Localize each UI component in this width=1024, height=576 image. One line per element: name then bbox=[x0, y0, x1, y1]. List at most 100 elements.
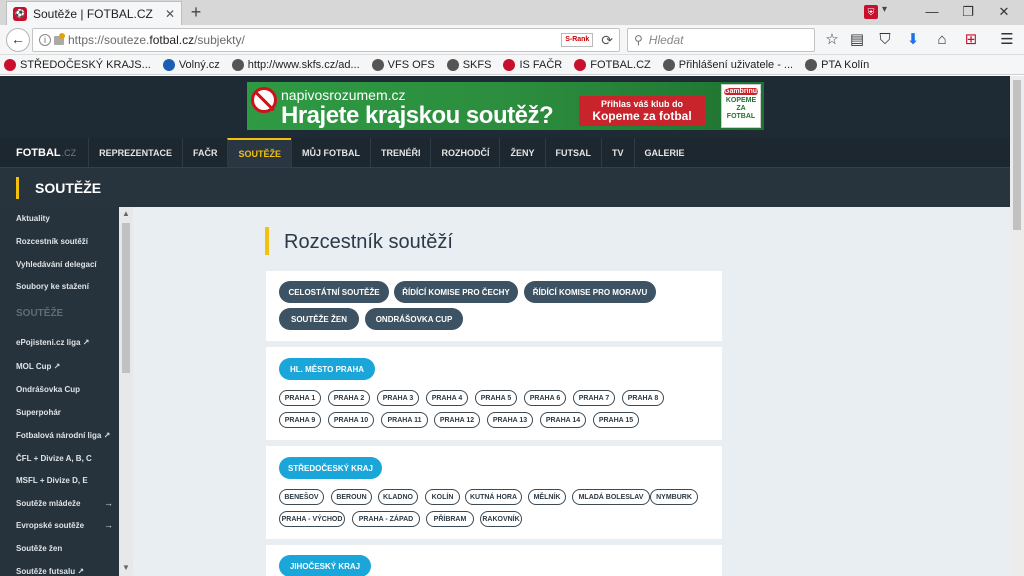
district-button[interactable]: PRAHA 5 bbox=[475, 390, 517, 406]
new-tab-button[interactable]: + bbox=[186, 3, 206, 23]
nav-item[interactable]: FAČR bbox=[181, 138, 228, 167]
back-button[interactable]: ← bbox=[6, 28, 30, 52]
nav-item[interactable]: GALERIE bbox=[633, 138, 695, 167]
arrow-right-icon[interactable]: → bbox=[104, 498, 113, 508]
bookmark-item[interactable]: STŘEDOČESKÝ KRAJS... bbox=[4, 58, 151, 71]
district-button[interactable]: NYMBURK bbox=[650, 489, 698, 505]
competition-type-button[interactable]: ŘÍDÍCÍ KOMISE PRO MORAVU bbox=[524, 281, 656, 303]
page-scrollbar[interactable] bbox=[1010, 76, 1024, 576]
district-button[interactable]: PRAHA 9 bbox=[279, 412, 321, 428]
sidebar-scrollbar[interactable]: ▲ ▼ bbox=[119, 207, 133, 576]
menu-icon[interactable]: ☰ bbox=[997, 30, 1017, 50]
district-button[interactable]: PRAHA 1 bbox=[279, 390, 321, 406]
scroll-down-icon[interactable]: ▼ bbox=[119, 563, 133, 572]
bookmark-item[interactable]: Přihlášení uživatele - ... bbox=[662, 58, 793, 71]
maximize-button[interactable]: ❐ bbox=[954, 2, 982, 22]
district-button[interactable]: MĚLNÍK bbox=[528, 489, 566, 505]
sidebar-link[interactable]: Soubory ke stažení bbox=[16, 282, 89, 291]
reading-list-icon[interactable]: ▤ bbox=[847, 30, 867, 50]
nav-item[interactable]: ROZHODČÍ bbox=[430, 138, 499, 167]
search-input[interactable]: ⚲ Hledat bbox=[627, 28, 815, 52]
extension-icon[interactable]: ⛨ bbox=[864, 5, 878, 19]
district-button[interactable]: KLADNO bbox=[378, 489, 418, 505]
close-window-button[interactable]: ✕ bbox=[990, 2, 1018, 22]
tab-close-icon[interactable]: ✕ bbox=[165, 7, 175, 21]
competition-type-button[interactable]: ŘÍDÍCÍ KOMISE PRO ČECHY bbox=[394, 281, 518, 303]
bookmark-item[interactable]: PTA Kolín bbox=[805, 58, 869, 71]
district-button[interactable]: PRAHA 8 bbox=[622, 390, 664, 406]
bookmark-item[interactable]: http://www.skfs.cz/ad... bbox=[231, 58, 360, 71]
arrow-right-icon[interactable]: → bbox=[104, 520, 113, 530]
competition-type-button[interactable]: ONDRÁŠOVKA CUP bbox=[365, 308, 463, 330]
district-button[interactable]: PRAHA 14 bbox=[540, 412, 586, 428]
nav-item[interactable]: MŮJ FOTBAL bbox=[290, 138, 370, 167]
bookmark-item[interactable]: SKFS bbox=[446, 58, 491, 71]
district-button[interactable]: BENEŠOV bbox=[279, 489, 324, 505]
lock-warning-icon[interactable] bbox=[54, 32, 65, 45]
district-button[interactable]: KUTNÁ HORA bbox=[465, 489, 522, 505]
sidebar-link[interactable]: Rozcestník soutěží bbox=[16, 237, 88, 246]
district-button[interactable]: PRAHA 6 bbox=[524, 390, 566, 406]
district-button[interactable]: PRAHA 11 bbox=[381, 412, 428, 428]
district-button[interactable]: MLADÁ BOLESLAV bbox=[572, 489, 650, 505]
uk-flag-icon[interactable]: ⊞ bbox=[961, 30, 981, 50]
nav-item[interactable]: SOUTĚŽE bbox=[227, 138, 291, 167]
home-icon[interactable]: ⌂ bbox=[932, 30, 952, 50]
region-button[interactable]: HL. MĚSTO PRAHA bbox=[279, 358, 375, 380]
district-button[interactable]: PRAHA 15 bbox=[593, 412, 639, 428]
sidebar-competition-link[interactable]: ePojisteni.cz liga ↗ bbox=[16, 338, 89, 347]
sidebar-link[interactable]: Aktuality bbox=[16, 214, 50, 223]
sidebar-competition-link[interactable]: MSFL + Divize D, E bbox=[16, 476, 88, 485]
nav-item[interactable]: ŽENY bbox=[499, 138, 544, 167]
district-button[interactable]: BEROUN bbox=[331, 489, 372, 505]
bookmark-item[interactable]: VFS OFS bbox=[371, 58, 435, 71]
sidebar-competition-link[interactable]: Fotbalová národní liga ↗ bbox=[16, 431, 110, 440]
scroll-up-icon[interactable]: ▲ bbox=[119, 209, 133, 218]
region-button[interactable]: STŘEDOČESKÝ KRAJ bbox=[279, 457, 382, 479]
sidebar-competition-link[interactable]: Superpohár bbox=[16, 408, 61, 417]
page-scroll-thumb[interactable] bbox=[1013, 80, 1021, 230]
competition-type-button[interactable]: SOUTĚŽE ŽEN bbox=[279, 308, 359, 330]
sidebar-competition-link[interactable]: Evropské soutěže bbox=[16, 521, 84, 530]
nav-item[interactable]: TRENÉŘI bbox=[369, 138, 431, 167]
bookmark-star-icon[interactable]: ☆ bbox=[822, 30, 842, 50]
sidebar-competition-link[interactable]: Soutěže žen bbox=[16, 544, 62, 553]
info-icon[interactable]: i bbox=[39, 34, 51, 46]
district-button[interactable]: PRAHA - ZÁPAD bbox=[352, 511, 420, 527]
url-bar[interactable]: i https://souteze.fotbal.cz/subjekty/ S-… bbox=[32, 28, 620, 52]
district-button[interactable]: PRAHA 4 bbox=[426, 390, 468, 406]
district-button[interactable]: PŘÍBRAM bbox=[426, 511, 474, 527]
district-button[interactable]: PRAHA 12 bbox=[434, 412, 480, 428]
nav-item[interactable]: FUTSAL bbox=[544, 138, 602, 167]
download-icon[interactable]: ⬇ bbox=[903, 30, 923, 50]
district-button[interactable]: PRAHA 13 bbox=[487, 412, 533, 428]
nav-item[interactable]: REPREZENTACE bbox=[88, 138, 182, 167]
url-text[interactable]: https://souteze.fotbal.cz/subjekty/ bbox=[68, 33, 561, 47]
sidebar-competition-link[interactable]: ČFL + Divize A, B, C bbox=[16, 454, 92, 463]
srank-badge[interactable]: S-Rank bbox=[561, 33, 594, 47]
tabs-dropdown-icon[interactable]: ▾ bbox=[882, 4, 887, 15]
district-button[interactable]: PRAHA 10 bbox=[328, 412, 374, 428]
district-button[interactable]: PRAHA 2 bbox=[328, 390, 370, 406]
sidebar-competition-link[interactable]: MOL Cup ↗ bbox=[16, 362, 60, 371]
bookmark-item[interactable]: Volný.cz bbox=[162, 58, 220, 71]
competition-type-button[interactable]: CELOSTÁTNÍ SOUTĚŽE bbox=[279, 281, 389, 303]
district-button[interactable]: RAKOVNÍK bbox=[480, 511, 522, 527]
minimize-button[interactable]: — bbox=[918, 2, 946, 22]
bookmark-item[interactable]: FOTBAL.CZ bbox=[574, 58, 651, 71]
sidebar-competition-link[interactable]: Soutěže mládeže bbox=[16, 499, 80, 508]
district-button[interactable]: PRAHA 7 bbox=[573, 390, 615, 406]
banner-cta-button[interactable]: Přihlas váš klub do Kopeme za fotbal bbox=[579, 96, 705, 126]
fotbal-logo[interactable]: FOTBAL .CZ bbox=[0, 138, 88, 167]
browser-tab[interactable]: ⚽ Soutěže | FOTBAL.CZ ✕ bbox=[6, 1, 182, 25]
nav-item[interactable]: TV bbox=[601, 138, 634, 167]
sidebar-competition-link[interactable]: Soutěže futsalu ↗ bbox=[16, 567, 84, 576]
region-button[interactable]: JIHOČESKÝ KRAJ bbox=[279, 555, 371, 576]
sidebar-link[interactable]: Vyhledávání delegací bbox=[16, 260, 97, 269]
sidebar-scroll-thumb[interactable] bbox=[122, 223, 130, 373]
district-button[interactable]: KOLÍN bbox=[425, 489, 460, 505]
pocket-icon[interactable]: ⛉ bbox=[875, 30, 895, 50]
bookmark-item[interactable]: IS FAČR bbox=[503, 58, 562, 71]
advert-banner[interactable]: napivosrozumem.cz Hrajete krajskou soutě… bbox=[247, 82, 764, 130]
district-button[interactable]: PRAHA 3 bbox=[377, 390, 419, 406]
